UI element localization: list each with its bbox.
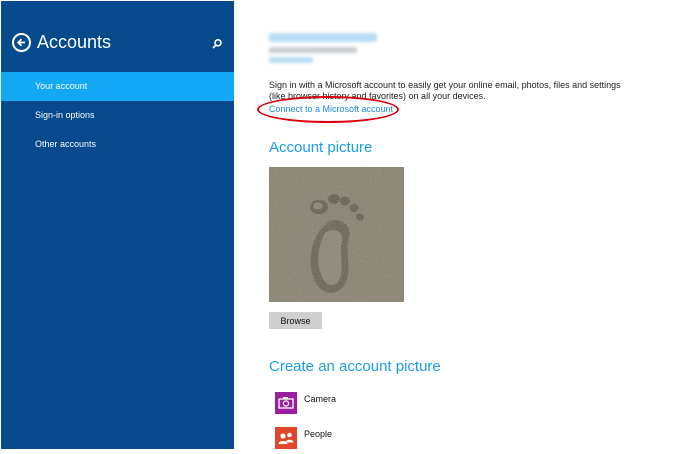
back-button[interactable] xyxy=(12,33,31,52)
people-app-label: People xyxy=(304,429,333,439)
sidebar-item-label: Other accounts xyxy=(35,139,97,149)
account-email-redacted xyxy=(269,47,357,53)
sidebar-item-label: Sign-in options xyxy=(35,110,95,120)
back-arrow-icon xyxy=(16,38,25,47)
sidebar-item-label: Your account xyxy=(35,81,88,91)
account-name-redacted xyxy=(269,33,377,42)
account-picture-heading: Account picture xyxy=(269,139,373,156)
settings-window: Accounts Your account Sign-in options Ot… xyxy=(0,0,680,449)
search-icon[interactable] xyxy=(211,37,223,49)
connect-microsoft-account-link[interactable]: Connect to a Microsoft account xyxy=(269,104,393,114)
camera-icon xyxy=(275,392,297,414)
browse-button[interactable]: Browse xyxy=(269,312,322,329)
camera-app-label: Camera xyxy=(304,394,337,404)
account-description: Sign in with a Microsoft account to easi… xyxy=(269,80,621,101)
sidebar-item-other-accounts[interactable]: Other accounts xyxy=(1,130,234,159)
page-title: Accounts xyxy=(37,32,112,52)
footprint-image xyxy=(269,167,404,302)
account-type-redacted xyxy=(269,57,313,63)
people-icon xyxy=(275,427,297,449)
create-account-picture-heading: Create an account picture xyxy=(269,358,441,375)
sidebar-item-your-account[interactable]: Your account xyxy=(1,72,234,101)
sidebar-item-sign-in-options[interactable]: Sign-in options xyxy=(1,101,234,130)
main-content: Sign in with a Microsoft account to easi… xyxy=(257,0,669,449)
sidebar: Accounts Your account Sign-in options Ot… xyxy=(1,1,234,449)
account-picture xyxy=(269,167,404,302)
